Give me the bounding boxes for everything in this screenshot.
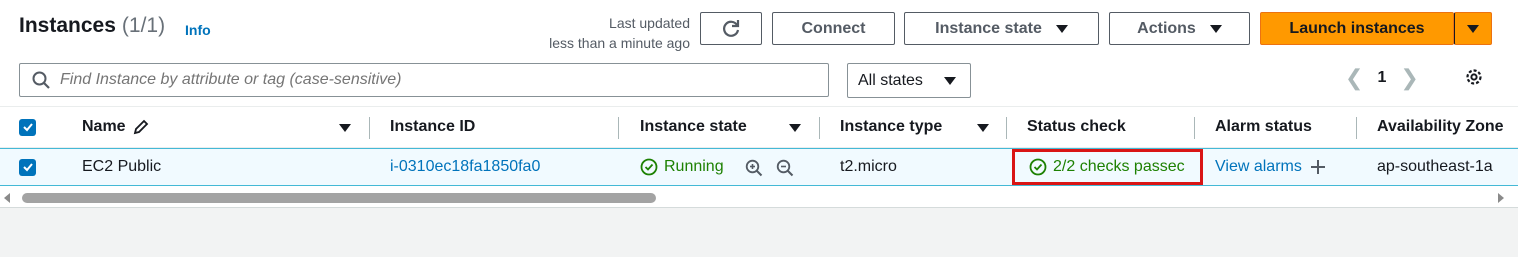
launch-instances-button[interactable]: Launch instances — [1260, 12, 1454, 45]
actions-button[interactable]: Actions — [1109, 12, 1250, 45]
column-divider — [1194, 117, 1195, 139]
column-divider — [1356, 117, 1357, 139]
sort-icon[interactable] — [977, 124, 989, 132]
scrollbar-thumb[interactable] — [22, 193, 656, 203]
table-header: Name Instance ID Instance state Instance… — [0, 106, 1518, 148]
view-alarms-link[interactable]: View alarms — [1215, 158, 1302, 176]
instance-id-link[interactable]: i-0310ec18fa1850fa0 — [390, 149, 540, 185]
column-status-check[interactable]: Status check — [1027, 107, 1126, 147]
title-text: Instances — [19, 14, 116, 37]
pagination: ❮ 1 ❯ — [1345, 65, 1419, 91]
pencil-icon — [133, 119, 148, 135]
chevron-right-icon[interactable]: ❯ — [1400, 65, 1418, 91]
connect-button[interactable]: Connect — [772, 12, 895, 45]
search-icon — [32, 71, 50, 89]
table-row[interactable]: EC2 Public i-0310ec18fa1850fa0 Running t… — [0, 148, 1518, 186]
gear-icon[interactable] — [1463, 66, 1485, 88]
sort-icon[interactable] — [789, 124, 801, 132]
chevron-left-icon[interactable]: ❮ — [1345, 65, 1363, 91]
refresh-button[interactable] — [700, 12, 762, 45]
column-instance-state[interactable]: Instance state — [640, 107, 747, 147]
column-divider — [369, 117, 370, 139]
instances-panel: Instances (1/1) Info Last updated less th… — [0, 0, 1518, 208]
caret-down-icon — [944, 76, 956, 85]
launch-dropdown-button[interactable] — [1454, 12, 1492, 45]
caret-down-icon — [1467, 24, 1479, 33]
plus-icon[interactable] — [1310, 159, 1326, 175]
check-circle-icon — [640, 158, 658, 176]
last-updated: Last updated less than a minute ago — [549, 13, 690, 53]
refresh-icon — [723, 19, 740, 37]
column-name[interactable]: Name — [82, 107, 150, 147]
search-input[interactable] — [60, 71, 820, 89]
caret-down-icon — [1055, 24, 1068, 33]
row-checkbox[interactable] — [19, 149, 36, 185]
status-check-highlight — [1012, 149, 1203, 185]
instance-state-button[interactable]: Instance state — [904, 12, 1099, 45]
sort-icon[interactable] — [339, 124, 351, 132]
states-select-value: All states — [858, 71, 923, 89]
column-name-label: Name — [82, 118, 126, 135]
alarm-status-value: View alarms — [1215, 149, 1326, 185]
page-title: Instances (1/1) — [19, 14, 165, 38]
caret-down-icon — [1209, 24, 1222, 33]
scroll-left-icon[interactable] — [4, 193, 10, 203]
availability-zone-value: ap-southeast-1a — [1377, 158, 1493, 175]
column-alarm-status[interactable]: Alarm status — [1215, 107, 1312, 147]
column-instance-type[interactable]: Instance type — [840, 107, 942, 147]
zoom-in-icon[interactable] — [745, 159, 763, 177]
column-divider — [618, 117, 619, 139]
instance-state-text: Running — [664, 158, 724, 175]
scroll-right-icon[interactable] — [1498, 193, 1504, 203]
column-divider — [819, 117, 820, 139]
column-instance-id[interactable]: Instance ID — [390, 107, 475, 147]
instance-state-value: Running — [640, 149, 724, 185]
zoom-out-icon[interactable] — [776, 159, 794, 177]
last-updated-label: Last updated — [609, 15, 690, 31]
search-box[interactable] — [19, 63, 829, 97]
instance-name: EC2 Public — [82, 158, 162, 175]
column-divider — [1006, 117, 1007, 139]
instance-type-value: t2.micro — [840, 158, 897, 175]
column-availability-zone[interactable]: Availability Zone — [1377, 107, 1504, 147]
instance-state-label: Instance state — [935, 19, 1042, 37]
current-page[interactable]: 1 — [1377, 69, 1386, 87]
horizontal-scrollbar[interactable] — [0, 189, 1518, 207]
instance-count: (1/1) — [121, 14, 166, 37]
last-updated-value: less than a minute ago — [549, 35, 690, 51]
info-link[interactable]: Info — [185, 22, 211, 38]
actions-label: Actions — [1137, 19, 1196, 37]
states-select[interactable]: All states — [847, 63, 971, 98]
select-all-checkbox[interactable] — [19, 107, 36, 147]
